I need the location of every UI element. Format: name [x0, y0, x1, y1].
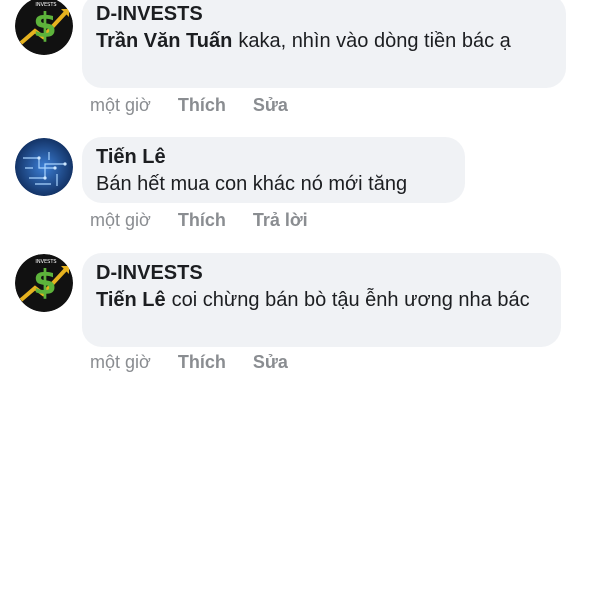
like-button[interactable]: Thích	[178, 94, 226, 116]
comment-text: Trần Văn Tuấn kaka, nhìn vào dòng tiền bá…	[96, 28, 552, 55]
avatar[interactable]	[15, 138, 73, 196]
comment-bubble: D-INVESTS Tiến Lê coi chừng bán bò tậu ễn…	[82, 253, 561, 347]
avatar[interactable]: $ INVESTS	[15, 254, 73, 312]
edit-button[interactable]: Sửa	[253, 351, 288, 373]
comment-actions: một giờ Thích Sửa	[90, 351, 310, 373]
mention-tag[interactable]: Trần Văn Tuấn	[96, 30, 232, 52]
svg-text:$: $	[33, 6, 57, 46]
mention-tag[interactable]: Tiến Lê	[96, 289, 166, 311]
comment-message: kaka, nhìn vào dòng tiền bác ạ	[238, 30, 511, 52]
avatar[interactable]: $ INVESTS	[15, 0, 73, 55]
comment-timestamp[interactable]: một giờ	[90, 209, 151, 231]
svg-text:$: $	[33, 263, 57, 303]
svg-text:INVESTS: INVESTS	[35, 259, 56, 265]
comment-thread: $ INVESTS D-INVESTS Trần Văn Tuấn kaka, n…	[0, 0, 600, 600]
dollar-logo-icon: $ INVESTS	[15, 0, 73, 55]
comment-timestamp[interactable]: một giờ	[90, 94, 151, 116]
reply-button[interactable]: Trả lời	[253, 209, 308, 231]
comment-bubble: D-INVESTS Trần Văn Tuấn kaka, nhìn vào dò…	[82, 0, 566, 88]
comment-actions: một giờ Thích Sửa	[90, 94, 310, 116]
comment-bubble: Tiến Lê Bán hết mua con khác nó mới tăng	[82, 137, 465, 203]
comment-text: Bán hết mua con khác nó mới tăng	[96, 171, 451, 198]
comment-message: Bán hết mua con khác nó mới tăng	[96, 173, 408, 195]
like-button[interactable]: Thích	[178, 209, 226, 231]
dollar-logo-icon: $ INVESTS	[15, 254, 73, 312]
comment-message: coi chừng bán bò tậu ễnh ương nha bác	[171, 289, 530, 311]
like-button[interactable]: Thích	[178, 351, 226, 373]
svg-text:INVESTS: INVESTS	[35, 2, 56, 8]
circuit-blue-avatar-icon	[15, 138, 73, 196]
comment-timestamp[interactable]: một giờ	[90, 351, 151, 373]
edit-button[interactable]: Sửa	[253, 94, 288, 116]
comment-text: Tiến Lê coi chừng bán bò tậu ễnh ương nha…	[96, 287, 547, 314]
comment-author[interactable]: D-INVESTS	[96, 2, 552, 26]
comment-author[interactable]: Tiến Lê	[96, 145, 451, 169]
comment-author[interactable]: D-INVESTS	[96, 261, 547, 285]
comment-actions: một giờ Thích Trả lời	[90, 209, 330, 231]
